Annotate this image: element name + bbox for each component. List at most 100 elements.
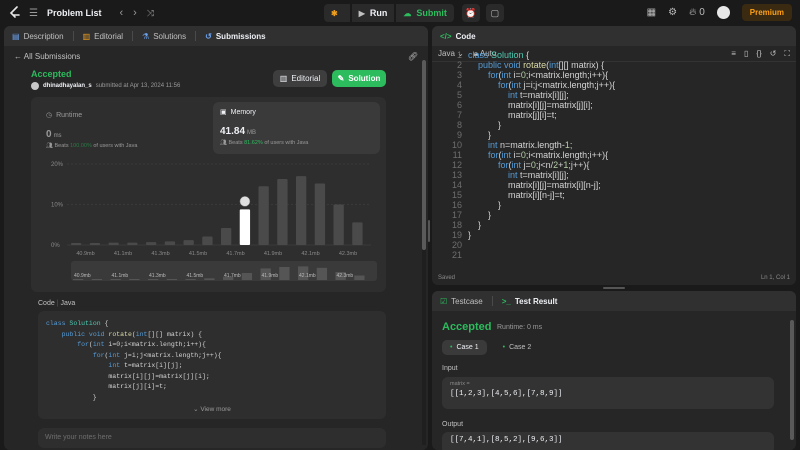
memory-card[interactable]: ▣ Memory 41.84 MB 👥︎ Beats 81.62% of users… — [213, 102, 380, 154]
tab-solutions[interactable]: ⚗ Solutions — [142, 32, 195, 41]
editorial-button[interactable]: ▥ Editorial — [273, 70, 327, 87]
x-tick-label: 41.1mb — [114, 251, 132, 257]
bar — [333, 204, 344, 245]
memory-distribution-chart[interactable]: 20% 10% 0% 40.9mb 41.1mb 41.3mb 41.5mb 41.7mb 41… — [31, 157, 386, 289]
premium-button[interactable]: Premium — [741, 4, 792, 21]
left-scrollbar[interactable] — [422, 60, 426, 445]
streak-counter[interactable]: 🔥︎ 0 — [689, 7, 705, 18]
alarm-icon[interactable]: ⏰ — [461, 4, 480, 22]
input-var-name: matrix = — [450, 381, 470, 387]
beats-prefix: Beats — [228, 140, 243, 146]
notes-icon[interactable]: ▢ — [485, 4, 504, 22]
run-button[interactable]: ▶ Run — [351, 4, 395, 22]
runtime-number: 0 — [46, 129, 52, 140]
beats-icon: 👥︎ — [46, 143, 53, 149]
settings-gear-icon[interactable]: ⚙ — [668, 7, 677, 18]
submitted-time: submitted at Apr 13, 2024 11:56 — [95, 83, 181, 89]
submit-button[interactable]: ☁ Submit — [396, 4, 454, 22]
cloud-upload-icon: ☁ — [403, 8, 412, 18]
overview-label: 40.9mb — [74, 273, 91, 279]
leetcode-logo-icon[interactable] — [9, 6, 21, 20]
x-tick-label: 41.9mb — [264, 251, 282, 257]
user-avatar[interactable] — [31, 82, 39, 90]
case-tabs: • Case 1 • Case 2 — [442, 340, 539, 355]
fullscreen-icon[interactable]: ⛶ — [784, 49, 790, 59]
scroll-thumb[interactable] — [422, 60, 426, 250]
view-more-button[interactable]: ⌄ View more — [38, 405, 386, 416]
tab-submissions[interactable]: ↺ Submissions — [205, 32, 275, 41]
reset-icon[interactable]: ↺ — [770, 49, 777, 59]
case-2-tab[interactable]: • Case 2 — [495, 340, 540, 355]
overview-bar — [166, 279, 178, 280]
performance-box: ◷ Runtime 0 ms 👥︎ Beats 100.00% of users w… — [31, 97, 386, 292]
submitted-code: class Solution { public void rotate(int[… — [38, 311, 386, 419]
overview-bar — [110, 279, 121, 280]
history-icon: ↺ — [205, 31, 212, 41]
bar — [183, 240, 194, 245]
code-section-label: Code | Java — [38, 300, 75, 307]
tab-testcase[interactable]: ☑ Testcase — [440, 297, 492, 306]
beats-percent: 100.00% — [70, 143, 92, 149]
notes-input[interactable]: Write your notes here — [38, 428, 386, 448]
streak-value: 0 — [699, 7, 705, 18]
x-tick-label: 41.7mb — [226, 251, 244, 257]
bookmark-icon[interactable]: ▯ — [744, 49, 748, 59]
username[interactable]: dhinadhayalan_s — [43, 83, 92, 89]
run-label: Run — [369, 8, 388, 18]
tab-test-result[interactable]: >_ Test Result — [502, 297, 567, 306]
bar — [314, 183, 326, 245]
code-icon: </> — [440, 31, 452, 41]
overview-bar — [73, 279, 84, 280]
solution-button[interactable]: ✎ Solution — [332, 70, 386, 87]
top-right-controls: ▦ ⚙ 🔥︎ 0 Premium — [647, 4, 792, 21]
tab-description[interactable]: ▤ Description — [12, 32, 73, 41]
testcase-label: Testcase — [451, 296, 483, 306]
overview-label: 42.1mb — [299, 273, 316, 279]
code-lang: Java — [60, 300, 76, 307]
format-icon[interactable]: ≡ — [731, 49, 736, 59]
runtime-unit: ms — [53, 133, 62, 139]
edit-icon: ✎ — [337, 74, 345, 83]
checkbox-icon: ☑ — [440, 296, 448, 306]
y-tick-label: 0% — [51, 243, 60, 249]
memory-label: ▣ Memory — [220, 108, 256, 117]
case-1-tab[interactable]: • Case 1 — [442, 340, 487, 355]
output-label: Output — [442, 421, 464, 428]
bar — [258, 186, 269, 245]
tab-divider — [195, 31, 197, 41]
memory-value: 41.84 MB — [220, 126, 256, 137]
braces-icon[interactable]: {} — [756, 49, 761, 59]
runtime-card[interactable]: ◷ Runtime 0 ms 👥︎ Beats 100.00% of users w… — [39, 105, 205, 155]
list-icon[interactable]: ☰ — [29, 8, 38, 19]
tab-editorial[interactable]: ▥ Editorial — [83, 32, 132, 41]
shuffle-icon[interactable]: ⤨ — [147, 8, 154, 19]
right-scrollbar[interactable] — [790, 320, 794, 440]
memory-beats: 👥︎ Beats 81.62% of users with Java — [220, 140, 308, 146]
vertical-resize-handle[interactable] — [428, 220, 430, 242]
memory-unit: MB — [247, 130, 257, 136]
back-to-all-submissions[interactable]: ← All Submissions — [14, 52, 80, 61]
memory-label-text: Memory — [230, 108, 256, 116]
cursor-position: Ln 1, Col 1 — [760, 275, 790, 281]
beats-prefix: Beats — [54, 143, 69, 149]
editor-status-bar: Saved Ln 1, Col 1 — [432, 271, 796, 285]
code-label: Code — [38, 300, 55, 307]
layout-icon[interactable]: ▦ — [647, 7, 656, 18]
test-tabs: ☑ Testcase >_ Test Result — [432, 291, 796, 311]
overview-bar — [241, 272, 253, 280]
overview-bar — [129, 279, 140, 280]
run-submit-group: ✱ ▶ Run ☁ Submit ⏰ ▢ — [324, 4, 504, 22]
problem-list-link[interactable]: Problem List — [47, 8, 102, 18]
next-problem-icon[interactable]: › — [133, 7, 137, 19]
code-editor-area[interactable]: class Solution { public void rotate(int[… — [468, 50, 615, 240]
pass-dot-icon: • — [502, 344, 506, 351]
link-icon[interactable]: 🔗︎ — [408, 52, 418, 61]
tab-code[interactable]: </> Code — [440, 32, 485, 41]
prev-problem-icon[interactable]: ‹ — [119, 7, 123, 19]
input-label: Input — [442, 365, 458, 372]
book-icon: ▥ — [82, 31, 91, 41]
debug-button[interactable]: ✱ — [324, 4, 350, 22]
avatar[interactable] — [716, 6, 730, 19]
overview-bar — [204, 278, 215, 280]
memory-number: 41.84 — [220, 126, 246, 137]
